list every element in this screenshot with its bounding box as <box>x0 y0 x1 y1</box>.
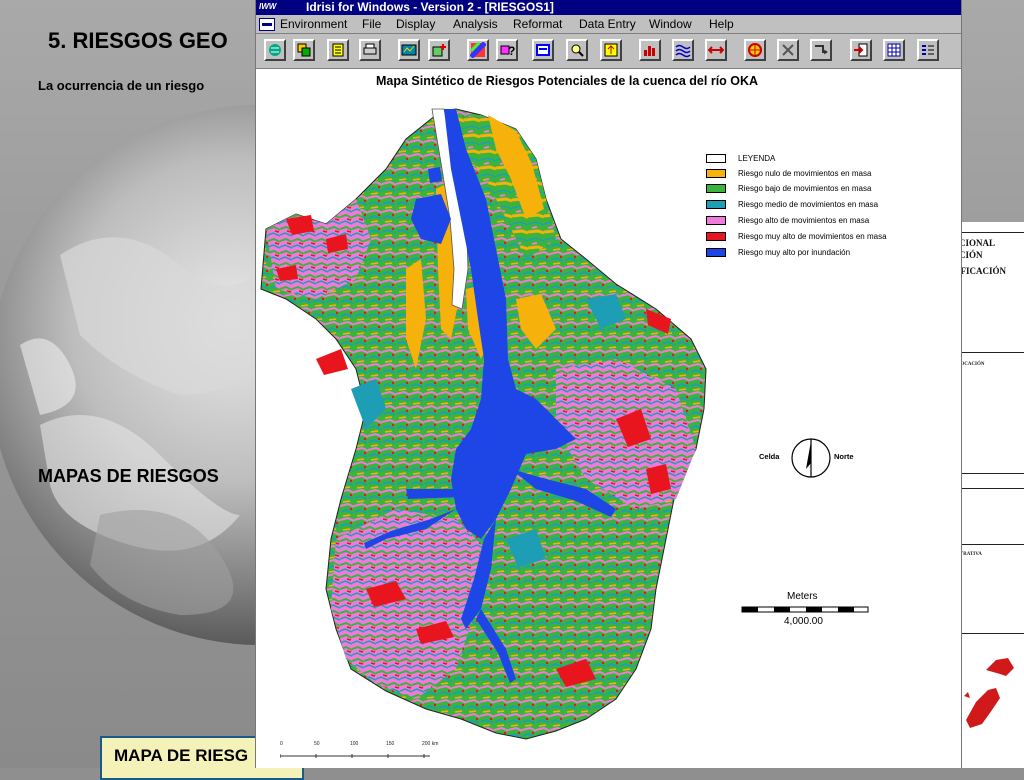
ruler-tick: 200 km <box>422 741 439 747</box>
slide-heading: MAPAS DE RIESGOS <box>38 466 219 486</box>
target-icon[interactable] <box>744 39 766 61</box>
idrisi-window: IWW Idrisi for Windows - Version 2 - [RI… <box>255 0 962 768</box>
tools-icon[interactable] <box>777 39 799 61</box>
map-composition-icon[interactable] <box>398 39 420 61</box>
legend-swatch <box>706 154 726 163</box>
legend-icon[interactable] <box>917 39 939 61</box>
document-system-menu-icon[interactable] <box>259 18 275 31</box>
layers-icon[interactable] <box>293 39 315 61</box>
ruler-tick: 100 <box>350 741 359 747</box>
svg-text:?: ? <box>508 44 515 58</box>
legend-label: Riesgo nulo de movimientos en masa <box>738 169 872 178</box>
legend-swatch <box>706 169 726 178</box>
north-left-label: Celda <box>759 452 780 461</box>
list-icon[interactable] <box>327 39 349 61</box>
menu-reformat[interactable]: Reformat <box>513 16 562 32</box>
menu-environment[interactable]: Environment <box>280 16 347 32</box>
zoom-icon[interactable] <box>566 39 588 61</box>
legend-label: Riesgo alto de movimientos en masa <box>738 216 870 225</box>
doc-header-line1: CIONAL <box>959 238 996 248</box>
legend-swatch <box>706 184 726 193</box>
islands-map-image <box>956 640 1024 740</box>
ruler-tick: 0 <box>280 741 283 747</box>
doc-header-line3: IFICACIÓN <box>957 266 1007 276</box>
risk-map-image <box>260 108 707 740</box>
query-icon[interactable]: ? <box>496 39 518 61</box>
ruler-tick: 150 <box>386 741 395 747</box>
north-arrow-icon <box>791 438 831 478</box>
menu-help[interactable]: Help <box>709 16 734 32</box>
legend-label: LEYENDA <box>738 154 776 163</box>
legend-label: Riesgo bajo de movimientos en masa <box>738 184 872 193</box>
bottom-caption: MAPA DE RIESG <box>114 746 249 765</box>
table-icon[interactable] <box>883 39 905 61</box>
slide-title: 5. RIESGOS GEO <box>48 28 228 53</box>
waves-icon[interactable] <box>672 39 694 61</box>
globe-icon[interactable] <box>264 39 286 61</box>
app-logo-icon: IWW <box>259 2 277 11</box>
add-layer-icon[interactable] <box>428 39 450 61</box>
legend-swatch <box>706 200 726 209</box>
menu-analysis[interactable]: Analysis <box>453 16 498 32</box>
legend-label: Riesgo medio de movimientos en masa <box>738 200 879 209</box>
legend-label: Riesgo muy alto de movimientos en masa <box>738 232 887 241</box>
doc-box-1 <box>953 352 1024 474</box>
pan-icon[interactable] <box>600 39 622 61</box>
doc-header-line2: CIÓN <box>959 250 983 260</box>
window-title: Idrisi for Windows - Version 2 - [RIESGO… <box>306 0 554 14</box>
bottom-scale-ruler: 0 50 100 150 200 km <box>279 741 440 765</box>
palette-icon[interactable] <box>467 39 489 61</box>
scale-value: 4,000.00 <box>784 616 823 627</box>
legend-label: Riesgo muy alto por inundación <box>738 248 851 257</box>
bottom-ruler-graphic <box>279 754 430 758</box>
north-right-label: Norte <box>834 452 854 461</box>
map-canvas[interactable]: Mapa Sintético de Riesgos Potenciales de… <box>256 69 961 768</box>
print-icon[interactable] <box>359 39 381 61</box>
import-icon[interactable] <box>850 39 872 61</box>
export-icon[interactable] <box>810 39 832 61</box>
histogram-icon[interactable] <box>639 39 661 61</box>
legend-swatch <box>706 216 726 225</box>
ruler-tick: 50 <box>314 741 320 747</box>
menu-data-entry[interactable]: Data Entry <box>579 16 636 32</box>
menu-display[interactable]: Display <box>396 16 435 32</box>
slide-intro-text: La ocurrencia de un riesgo <box>38 78 205 93</box>
menu-file[interactable]: File <box>362 16 381 32</box>
legend-swatch <box>706 232 726 241</box>
menu-window[interactable]: Window <box>649 16 692 32</box>
legend-swatch <box>706 248 726 257</box>
window-icon[interactable] <box>532 39 554 61</box>
scale-unit: Meters <box>787 591 818 602</box>
window-title-bar[interactable]: IWW Idrisi for Windows - Version 2 - [RI… <box>256 0 961 15</box>
toolbar: ? <box>256 34 961 69</box>
menu-bar: Environment File Display Analysis Reform… <box>256 15 961 34</box>
scale-bar-graphic <box>741 606 869 613</box>
arrows-icon[interactable] <box>705 39 727 61</box>
